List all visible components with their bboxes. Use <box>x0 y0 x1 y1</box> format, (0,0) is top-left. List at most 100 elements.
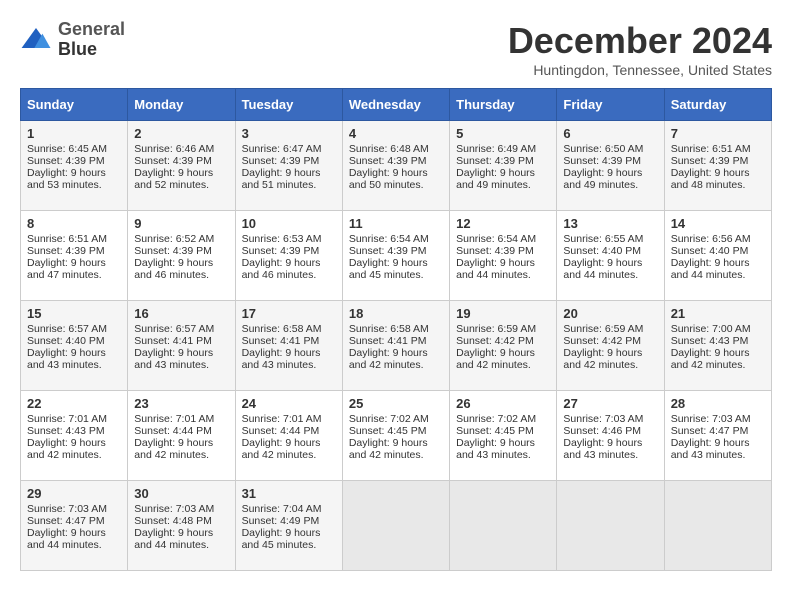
sunset-text: Sunset: 4:47 PM <box>27 515 105 527</box>
day-number: 6 <box>563 126 657 141</box>
calendar-cell: 5Sunrise: 6:49 AMSunset: 4:39 PMDaylight… <box>450 121 557 211</box>
daylight-text: Daylight: 9 hours and 53 minutes. <box>27 167 106 191</box>
calendar-cell: 18Sunrise: 6:58 AMSunset: 4:41 PMDayligh… <box>342 301 449 391</box>
daylight-text: Daylight: 9 hours and 49 minutes. <box>456 167 535 191</box>
sunset-text: Sunset: 4:45 PM <box>349 425 427 437</box>
sunrise-text: Sunrise: 6:58 AM <box>349 323 429 335</box>
calendar-cell: 19Sunrise: 6:59 AMSunset: 4:42 PMDayligh… <box>450 301 557 391</box>
calendar-cell: 24Sunrise: 7:01 AMSunset: 4:44 PMDayligh… <box>235 391 342 481</box>
day-number: 5 <box>456 126 550 141</box>
daylight-text: Daylight: 9 hours and 42 minutes. <box>456 347 535 371</box>
sunrise-text: Sunrise: 6:56 AM <box>671 233 751 245</box>
sunset-text: Sunset: 4:39 PM <box>456 155 534 167</box>
weekday-header-wednesday: Wednesday <box>342 89 449 121</box>
sunset-text: Sunset: 4:40 PM <box>563 245 641 257</box>
calendar-week-4: 22Sunrise: 7:01 AMSunset: 4:43 PMDayligh… <box>21 391 772 481</box>
sunset-text: Sunset: 4:39 PM <box>349 245 427 257</box>
daylight-text: Daylight: 9 hours and 43 minutes. <box>456 437 535 461</box>
daylight-text: Daylight: 9 hours and 44 minutes. <box>563 257 642 281</box>
day-number: 25 <box>349 396 443 411</box>
daylight-text: Daylight: 9 hours and 44 minutes. <box>456 257 535 281</box>
sunset-text: Sunset: 4:40 PM <box>27 335 105 347</box>
calendar-cell: 22Sunrise: 7:01 AMSunset: 4:43 PMDayligh… <box>21 391 128 481</box>
sunrise-text: Sunrise: 7:03 AM <box>134 503 214 515</box>
sunset-text: Sunset: 4:39 PM <box>242 155 320 167</box>
calendar-cell <box>557 481 664 571</box>
sunrise-text: Sunrise: 6:53 AM <box>242 233 322 245</box>
sunset-text: Sunset: 4:49 PM <box>242 515 320 527</box>
sunset-text: Sunset: 4:39 PM <box>134 245 212 257</box>
sunset-text: Sunset: 4:40 PM <box>671 245 749 257</box>
weekday-header-monday: Monday <box>128 89 235 121</box>
sunrise-text: Sunrise: 6:48 AM <box>349 143 429 155</box>
day-number: 19 <box>456 306 550 321</box>
daylight-text: Daylight: 9 hours and 42 minutes. <box>349 347 428 371</box>
calendar-cell: 10Sunrise: 6:53 AMSunset: 4:39 PMDayligh… <box>235 211 342 301</box>
calendar-cell: 8Sunrise: 6:51 AMSunset: 4:39 PMDaylight… <box>21 211 128 301</box>
sunset-text: Sunset: 4:39 PM <box>27 245 105 257</box>
day-number: 8 <box>27 216 121 231</box>
daylight-text: Daylight: 9 hours and 47 minutes. <box>27 257 106 281</box>
sunset-text: Sunset: 4:42 PM <box>456 335 534 347</box>
day-number: 9 <box>134 216 228 231</box>
sunrise-text: Sunrise: 7:01 AM <box>27 413 107 425</box>
weekday-header-row: SundayMondayTuesdayWednesdayThursdayFrid… <box>21 89 772 121</box>
calendar-cell: 20Sunrise: 6:59 AMSunset: 4:42 PMDayligh… <box>557 301 664 391</box>
sunset-text: Sunset: 4:39 PM <box>456 245 534 257</box>
calendar-cell: 14Sunrise: 6:56 AMSunset: 4:40 PMDayligh… <box>664 211 771 301</box>
daylight-text: Daylight: 9 hours and 42 minutes. <box>349 437 428 461</box>
weekday-header-thursday: Thursday <box>450 89 557 121</box>
weekday-header-friday: Friday <box>557 89 664 121</box>
daylight-text: Daylight: 9 hours and 48 minutes. <box>671 167 750 191</box>
calendar-week-3: 15Sunrise: 6:57 AMSunset: 4:40 PMDayligh… <box>21 301 772 391</box>
day-number: 28 <box>671 396 765 411</box>
calendar-week-2: 8Sunrise: 6:51 AMSunset: 4:39 PMDaylight… <box>21 211 772 301</box>
sunrise-text: Sunrise: 7:00 AM <box>671 323 751 335</box>
sunset-text: Sunset: 4:48 PM <box>134 515 212 527</box>
weekday-header-tuesday: Tuesday <box>235 89 342 121</box>
daylight-text: Daylight: 9 hours and 43 minutes. <box>563 437 642 461</box>
day-number: 18 <box>349 306 443 321</box>
day-number: 4 <box>349 126 443 141</box>
day-number: 13 <box>563 216 657 231</box>
calendar-body: 1Sunrise: 6:45 AMSunset: 4:39 PMDaylight… <box>21 121 772 571</box>
sunrise-text: Sunrise: 6:45 AM <box>27 143 107 155</box>
calendar-week-5: 29Sunrise: 7:03 AMSunset: 4:47 PMDayligh… <box>21 481 772 571</box>
day-number: 12 <box>456 216 550 231</box>
calendar-cell: 15Sunrise: 6:57 AMSunset: 4:40 PMDayligh… <box>21 301 128 391</box>
calendar-cell: 12 Sunrise: 6:54 AMSunset: 4:39 PMDayligh… <box>450 211 557 301</box>
sunset-text: Sunset: 4:39 PM <box>242 245 320 257</box>
daylight-text: Daylight: 9 hours and 46 minutes. <box>134 257 213 281</box>
calendar-cell: 25Sunrise: 7:02 AMSunset: 4:45 PMDayligh… <box>342 391 449 481</box>
sunrise-text: Sunrise: 7:03 AM <box>563 413 643 425</box>
day-number: 10 <box>242 216 336 231</box>
sunset-text: Sunset: 4:43 PM <box>671 335 749 347</box>
daylight-text: Daylight: 9 hours and 44 minutes. <box>134 527 213 551</box>
daylight-text: Daylight: 9 hours and 43 minutes. <box>242 347 321 371</box>
calendar-cell: 11Sunrise: 6:54 AMSunset: 4:39 PMDayligh… <box>342 211 449 301</box>
day-number: 30 <box>134 486 228 501</box>
calendar-cell: 7Sunrise: 6:51 AMSunset: 4:39 PMDaylight… <box>664 121 771 211</box>
sunrise-text: Sunrise: 6:52 AM <box>134 233 214 245</box>
sunrise-text: Sunrise: 7:03 AM <box>671 413 751 425</box>
sunset-text: Sunset: 4:39 PM <box>134 155 212 167</box>
day-number: 27 <box>563 396 657 411</box>
sunrise-text: Sunrise: 7:03 AM <box>27 503 107 515</box>
daylight-text: Daylight: 9 hours and 42 minutes. <box>134 437 213 461</box>
daylight-text: Daylight: 9 hours and 43 minutes. <box>27 347 106 371</box>
sunset-text: Sunset: 4:43 PM <box>27 425 105 437</box>
calendar-cell: 27Sunrise: 7:03 AMSunset: 4:46 PMDayligh… <box>557 391 664 481</box>
daylight-text: Daylight: 9 hours and 45 minutes. <box>349 257 428 281</box>
sunrise-text: Sunrise: 6:57 AM <box>134 323 214 335</box>
calendar-subtitle: Huntingdon, Tennessee, United States <box>508 62 772 78</box>
calendar-title: December 2024 <box>508 20 772 62</box>
title-area: December 2024 Huntingdon, Tennessee, Uni… <box>508 20 772 78</box>
sunrise-text: Sunrise: 6:54 AM <box>456 233 536 245</box>
day-number: 3 <box>242 126 336 141</box>
sunrise-text: Sunrise: 6:51 AM <box>671 143 751 155</box>
calendar-cell <box>664 481 771 571</box>
day-number: 26 <box>456 396 550 411</box>
sunset-text: Sunset: 4:39 PM <box>563 155 641 167</box>
daylight-text: Daylight: 9 hours and 42 minutes. <box>27 437 106 461</box>
daylight-text: Daylight: 9 hours and 42 minutes. <box>671 347 750 371</box>
